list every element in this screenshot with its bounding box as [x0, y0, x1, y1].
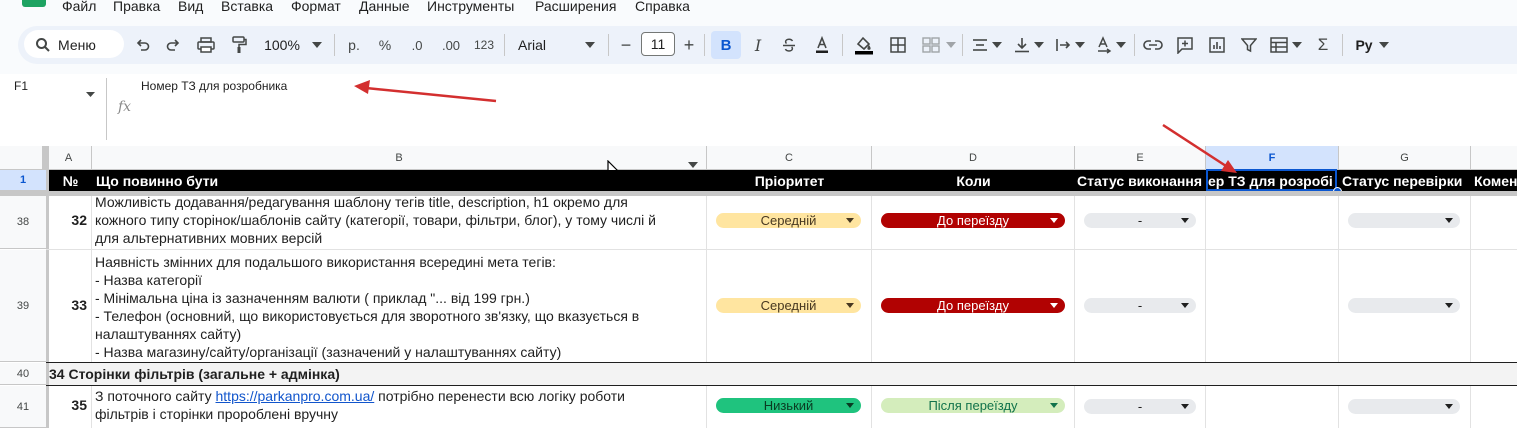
annotation-arrows [354, 80, 1237, 173]
annotation-arrow-column-f [1162, 123, 1237, 173]
annotation-arrow-formula [354, 80, 497, 103]
